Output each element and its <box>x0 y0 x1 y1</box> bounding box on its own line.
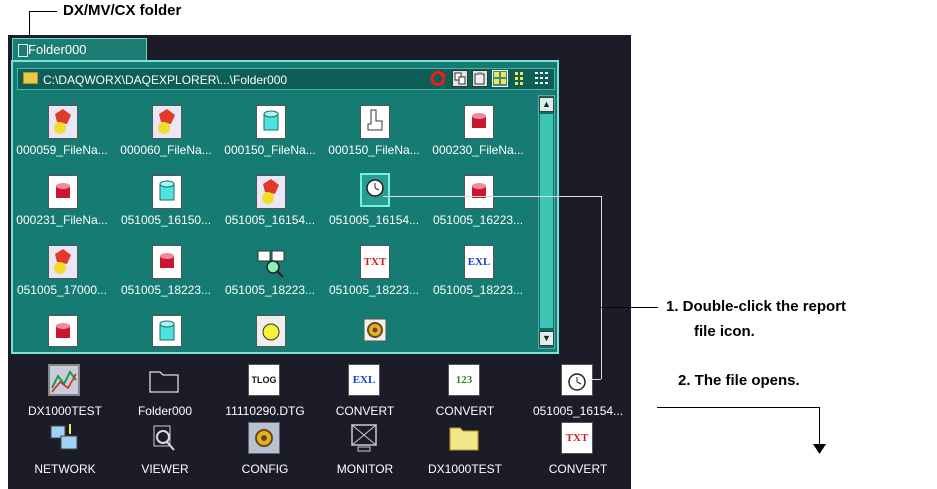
step1-text-line2: file icon. <box>694 323 755 340</box>
123-glyph: 123 <box>455 374 473 386</box>
file-label: 000230_FileNa... <box>432 143 524 157</box>
network-icon <box>48 422 80 454</box>
file-label: 000150_FileNa... <box>224 143 316 157</box>
viewer-icon <box>148 422 180 454</box>
red-cylinder-file-icon <box>464 175 494 209</box>
txt-convert-icon: TXT <box>561 422 593 454</box>
connector-line <box>383 196 601 197</box>
alarm-file-icon <box>48 245 78 279</box>
txt-glyph: TXT <box>565 432 589 444</box>
alarm-file-icon <box>256 175 286 209</box>
txt-glyph: TXT <box>363 256 387 268</box>
report-clock-icon <box>561 364 593 396</box>
desktop-label: CONVERT <box>548 462 608 476</box>
step2-leader <box>657 407 819 408</box>
file-label: 051005_16154... <box>328 213 420 227</box>
file-label: 000150_FileNa... <box>328 143 420 157</box>
scroll-down-button[interactable]: ▼ <box>539 331 554 346</box>
search-file-icon <box>256 245 286 279</box>
exl-file-icon: EXL <box>464 245 494 279</box>
copy-icon[interactable] <box>452 70 468 87</box>
scrollbar-thumb[interactable] <box>540 114 553 328</box>
exl-glyph: EXL <box>352 374 376 386</box>
tlog-file-icon: TLOG <box>248 364 280 396</box>
cylinder-file-icon <box>152 315 182 347</box>
yellow-folder-icon <box>448 422 480 454</box>
report-clock-file-icon <box>360 173 390 207</box>
desktop-label: 051005_16154... <box>532 404 624 418</box>
desktop-label: NETWORK <box>34 462 96 476</box>
txt-file-icon: TXT <box>360 245 390 279</box>
red-cylinder-file-icon <box>464 105 494 139</box>
folder-callout: DX/MV/CX folder <box>63 2 182 19</box>
large-icons-view-icon[interactable] <box>492 70 508 87</box>
tab-label: Folder000 <box>28 42 87 57</box>
desktop-label: MONITOR <box>336 462 394 476</box>
cylinder-file-icon <box>256 105 286 139</box>
folder-icon <box>23 72 38 84</box>
file-label: 000060_FileNa... <box>120 143 212 157</box>
connector-line <box>589 379 601 380</box>
config-icon <box>248 422 280 454</box>
red-cylinder-file-icon <box>48 175 78 209</box>
gear-file-icon <box>360 315 390 347</box>
scroll-up-button[interactable]: ▲ <box>539 97 554 112</box>
file-label: 000231_FileNa... <box>16 213 108 227</box>
small-icons-view-icon[interactable] <box>513 70 529 87</box>
connector-line <box>601 196 602 379</box>
123-convert-icon: 123 <box>448 364 480 396</box>
list-view-icon[interactable] <box>534 70 550 87</box>
file-label: 051005_18223... <box>224 283 316 297</box>
file-label: 051005_18223... <box>120 283 212 297</box>
desktop-label: Folder000 <box>137 404 193 418</box>
exl-glyph: EXL <box>467 256 491 268</box>
yellow-circle-file-icon <box>256 315 286 347</box>
step2-arrow <box>819 407 820 447</box>
desktop-label: CONVERT <box>335 404 395 418</box>
cylinder-file-icon <box>152 175 182 209</box>
desktop-label: DX1000TEST <box>427 462 503 476</box>
tab-folder-icon <box>18 44 28 57</box>
red-cylinder-file-icon <box>152 245 182 279</box>
file-label: 051005_18223... <box>328 283 420 297</box>
file-label: 051005_16154... <box>224 213 316 227</box>
step1-text: 1. Double-click the report <box>666 298 847 315</box>
desktop-label: DX1000TEST <box>27 404 103 418</box>
chart-recorder-icon <box>48 364 80 396</box>
alarm-file-icon <box>48 105 78 139</box>
desktop-label: 11110290.DTG <box>225 404 305 418</box>
file-label: 051005_16150... <box>120 213 212 227</box>
step2-text: 2. The file opens. <box>678 372 800 389</box>
alarm-file-icon <box>152 105 182 139</box>
desktop-label: CONFIG <box>241 462 289 476</box>
desktop-label: CONVERT <box>435 404 495 418</box>
refresh-icon[interactable] <box>430 70 446 87</box>
file-label: 051005_18223... <box>432 283 524 297</box>
hand-file-icon <box>360 105 390 139</box>
file-label: 051005_16223... <box>432 213 524 227</box>
path-text: C:\DAQWORX\DAQEXPLORER\...\Folder000 <box>43 73 288 87</box>
tlog-glyph: TLOG <box>251 375 277 385</box>
file-label: 051005_17000... <box>16 283 108 297</box>
file-label: 000059_FileNa... <box>16 143 108 157</box>
desktop-label: VIEWER <box>141 462 189 476</box>
red-cylinder-file-icon <box>48 315 78 347</box>
folder-outline-icon <box>148 364 180 396</box>
arrow-down-icon <box>813 444 826 454</box>
paste-icon[interactable] <box>472 70 488 87</box>
exl-convert-icon: EXL <box>348 364 380 396</box>
step1-leader <box>600 307 658 308</box>
monitor-icon <box>348 422 380 454</box>
